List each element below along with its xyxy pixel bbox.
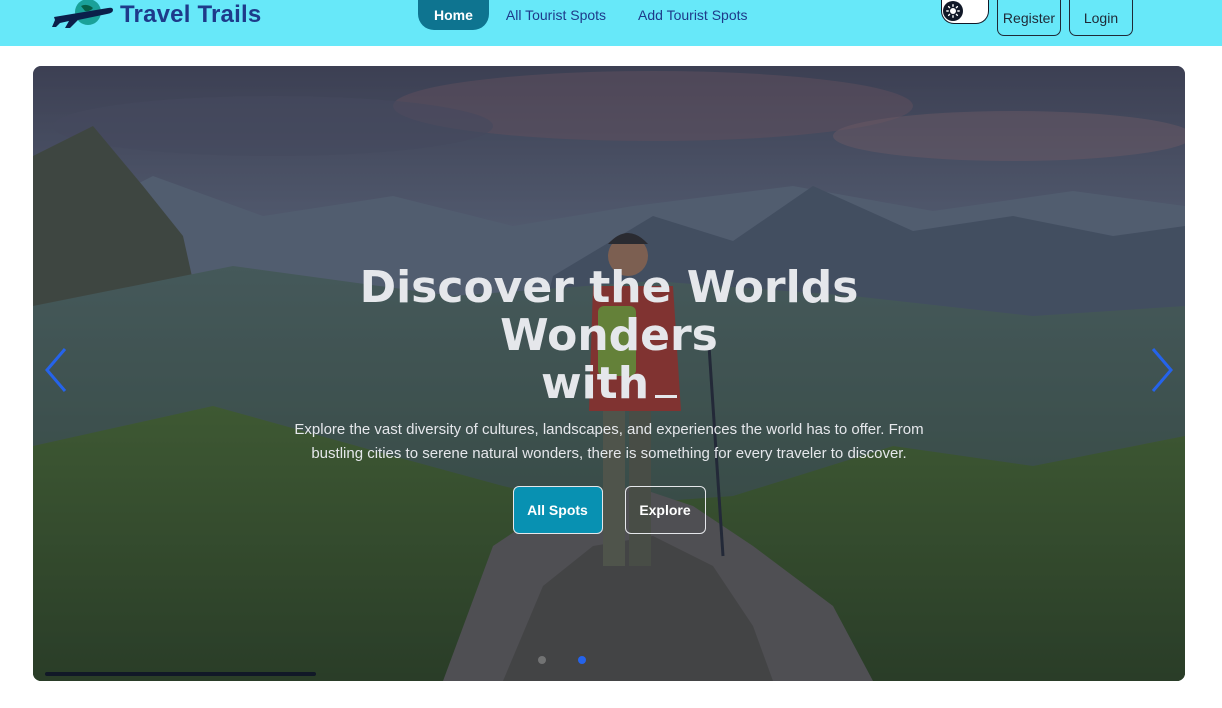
chevron-right-icon [1151,348,1173,392]
hero-actions: All Spots Explore [33,486,1185,534]
hero-carousel: Discover the Worlds Wonders with Explore… [33,66,1185,681]
hero-title: Discover the Worlds Wonders with [259,264,959,408]
chevron-left-icon [45,348,67,392]
autoplay-progress [45,672,1173,676]
nav-add-tourist-spots[interactable]: Add Tourist Spots [622,0,763,30]
all-spots-button[interactable]: All Spots [512,486,603,534]
register-button[interactable]: Register [997,0,1061,36]
hero-content: Discover the Worlds Wonders with Explore… [33,264,1185,534]
login-button[interactable]: Login [1069,0,1133,36]
top-navbar: Travel Trails Home All Tourist Spots Add… [0,0,1222,46]
carousel-dot-2[interactable] [578,656,586,664]
carousel-prev-button[interactable] [41,346,71,394]
main-nav: Home All Tourist Spots Add Tourist Spots [418,0,764,30]
airplane-globe-icon [52,0,114,30]
carousel-pagination [538,656,586,664]
autoplay-progress-fill [45,672,316,676]
hero-description: Explore the vast diversity of cultures, … [294,421,924,462]
explore-button[interactable]: Explore [624,486,706,534]
carousel-dot-1[interactable] [538,656,546,664]
sun-icon [943,1,963,21]
brand-name: Travel Trails [120,1,262,28]
hero-title-line2: with [540,358,650,409]
nav-all-tourist-spots[interactable]: All Tourist Spots [490,0,622,30]
brand[interactable]: Travel Trails [52,0,261,30]
nav-home[interactable]: Home [418,0,489,30]
typing-cursor [655,362,678,398]
carousel-next-button[interactable] [1147,346,1177,394]
theme-toggle[interactable] [941,0,989,24]
hero-title-line1: Discover the Worlds Wonders [359,262,859,361]
